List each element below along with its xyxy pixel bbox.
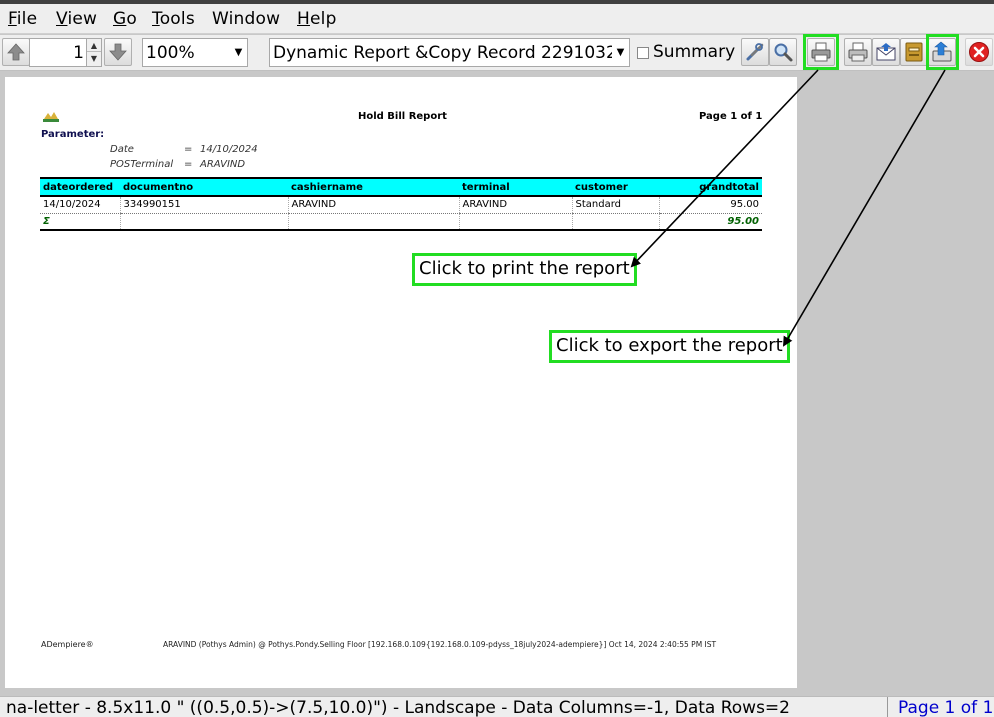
parameter-name: Date	[110, 144, 134, 155]
zoom-select[interactable]: 100% ▼	[142, 38, 248, 67]
column-header-documentno[interactable]: documentno	[120, 177, 288, 197]
parameter-operator: =	[184, 159, 193, 170]
page-number-spinner[interactable]: 1 ▲ ▼	[29, 38, 102, 67]
empty-cell	[571, 213, 659, 231]
menu-file[interactable]: File	[8, 9, 37, 29]
next-page-icon	[109, 43, 127, 61]
previous-page-button[interactable]	[2, 38, 30, 66]
parameter-label: Parameter:	[41, 129, 105, 140]
total-symbol: Σ	[40, 213, 120, 231]
export-callout: Click to export the report	[549, 330, 790, 363]
report-view-value: Dynamic Report &Copy Record 2291032	[273, 43, 617, 63]
empty-cell	[119, 213, 288, 231]
customize-report-button[interactable]	[741, 38, 769, 66]
menu-bar: File View Go Tools Window Help	[0, 4, 994, 34]
export-button-highlight	[926, 34, 959, 70]
report-preview-pane[interactable]: Hold Bill Report Page 1 of 1 Parameter: …	[0, 72, 994, 696]
menu-tools[interactable]: Tools	[152, 9, 195, 29]
menu-go[interactable]: Go	[113, 9, 137, 29]
close-button[interactable]	[965, 38, 993, 66]
total-row: Σ 95.00	[40, 213, 762, 231]
report-page-info: Page 1 of 1	[699, 111, 763, 122]
table-row[interactable]: 14/10/2024 334990151 ARAVIND ARAVIND Sta…	[40, 196, 762, 214]
empty-cell	[287, 213, 459, 231]
cell-documentno[interactable]: 334990151	[119, 196, 288, 214]
report-footer-left: ADempiere®	[41, 640, 94, 649]
summary-label: Summary	[653, 42, 736, 62]
status-bar: na-letter - 8.5x11.0 " ((0.5,0.5)->(7.5,…	[0, 696, 994, 717]
archive-icon	[905, 42, 923, 62]
status-page-format: na-letter - 8.5x11.0 " ((0.5,0.5)->(7.5,…	[6, 698, 790, 717]
cell-terminal[interactable]: ARAVIND	[458, 196, 572, 214]
summary-checkbox[interactable]	[637, 47, 649, 59]
parameter-name: POSTerminal	[110, 159, 174, 170]
column-header-cashiername[interactable]: cashiername	[288, 177, 459, 197]
cell-dateordered[interactable]: 14/10/2024	[40, 196, 120, 214]
archive-button[interactable]	[900, 38, 928, 66]
report-table: dateordered documentno cashiername termi…	[40, 177, 762, 231]
customize-icon	[746, 43, 764, 61]
column-header-terminal[interactable]: terminal	[459, 177, 572, 197]
report-page: Hold Bill Report Page 1 of 1 Parameter: …	[5, 77, 797, 688]
page-number-value[interactable]: 1	[73, 43, 84, 63]
menu-window[interactable]: Window	[212, 9, 280, 29]
column-header-grandtotal[interactable]: grandtotal	[659, 177, 762, 197]
cell-grandtotal[interactable]: 95.00	[658, 196, 762, 214]
print-button-highlight	[803, 34, 839, 70]
parameter-value: ARAVIND	[200, 159, 246, 170]
spinner-down-icon[interactable]: ▼	[87, 52, 101, 65]
send-mail-button[interactable]	[872, 38, 900, 66]
spinner-up-icon[interactable]: ▲	[87, 39, 101, 52]
chevron-down-icon[interactable]: ▼	[612, 39, 629, 66]
print-callout: Click to print the report	[412, 253, 637, 286]
chevron-down-icon[interactable]: ▼	[230, 39, 247, 66]
status-page-indicator: Page 1 of 1	[887, 697, 994, 717]
empty-cell	[458, 213, 572, 231]
next-page-button[interactable]	[104, 38, 132, 66]
menu-view[interactable]: View	[56, 9, 97, 29]
column-header-customer[interactable]: customer	[572, 177, 659, 197]
table-header-row: dateordered documentno cashiername termi…	[40, 177, 762, 197]
total-grandtotal: 95.00	[658, 213, 762, 231]
report-view-select[interactable]: Dynamic Report &Copy Record 2291032 ▼	[269, 38, 630, 67]
find-icon	[774, 43, 793, 62]
menu-help[interactable]: Help	[297, 9, 337, 29]
report-footer-center: ARAVIND (Pothys Admin) @ Pothys.Pondy.Se…	[163, 640, 717, 649]
report-title: Hold Bill Report	[358, 111, 447, 122]
export-pdf-icon	[848, 42, 868, 62]
previous-page-icon	[7, 43, 25, 61]
column-header-dateordered[interactable]: dateordered	[40, 177, 120, 197]
send-mail-icon	[876, 43, 896, 61]
cell-customer[interactable]: Standard	[571, 196, 659, 214]
zoom-value: 100%	[146, 43, 195, 63]
export-pdf-button[interactable]	[844, 38, 872, 66]
close-icon	[969, 42, 989, 62]
find-button[interactable]	[769, 38, 797, 66]
parameter-operator: =	[184, 144, 193, 155]
toolbar: 1 ▲ ▼ 100% ▼ Dynamic Report &Copy Record…	[0, 34, 994, 71]
company-logo-icon	[43, 112, 59, 122]
spinner-arrows[interactable]: ▲ ▼	[86, 39, 101, 66]
parameter-value: 14/10/2024	[200, 144, 258, 155]
cell-cashiername[interactable]: ARAVIND	[287, 196, 459, 214]
